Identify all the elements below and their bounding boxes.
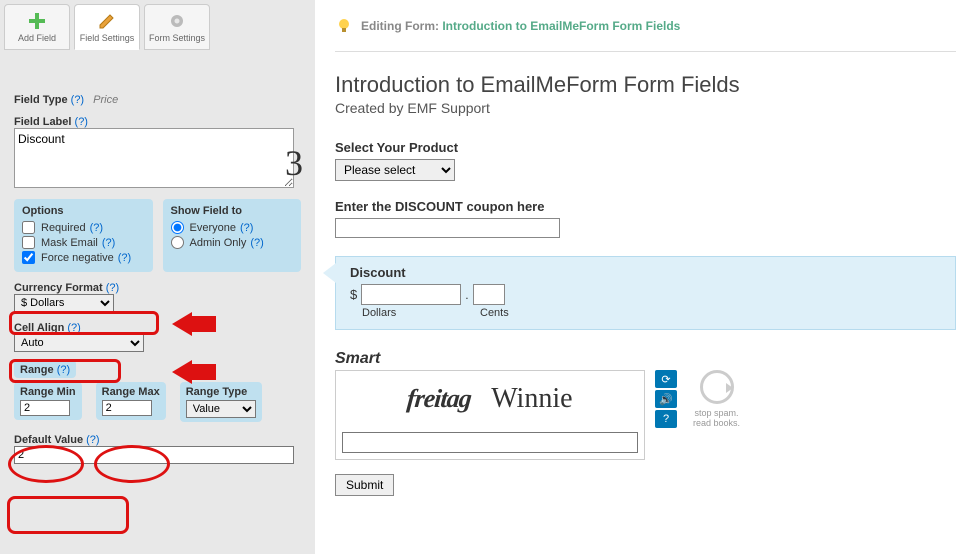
product-select[interactable]: Please select	[335, 159, 455, 181]
captcha-audio-button[interactable]: 🔊	[655, 390, 677, 408]
captcha-word: freitag	[406, 384, 472, 414]
range-max-block: Range Max	[96, 382, 166, 420]
range-max-input[interactable]	[102, 400, 152, 416]
discount-field[interactable]: Discount $ . Dollars Cents	[335, 256, 956, 330]
recaptcha-logo: stop spam. read books.	[693, 370, 740, 460]
captcha-help-button[interactable]: ?	[655, 410, 677, 428]
captcha-refresh-button[interactable]: ⟳	[655, 370, 677, 388]
help-link[interactable]: (?)	[67, 322, 80, 334]
help-link[interactable]: (?)	[106, 282, 119, 294]
help-link[interactable]: (?)	[71, 94, 84, 106]
force-negative-checkbox[interactable]	[22, 251, 35, 264]
admin-only-radio[interactable]	[171, 236, 184, 249]
form-title: Introduction to EmailMeForm Form Fields	[335, 72, 956, 98]
cell-align-select[interactable]: Auto	[14, 334, 144, 352]
default-value-input[interactable]	[14, 446, 294, 464]
help-link[interactable]: (?)	[75, 116, 88, 128]
tab-form-settings[interactable]: Form Settings	[144, 4, 210, 50]
coupon-label: Enter the DISCOUNT coupon here	[335, 199, 956, 214]
plus-icon	[27, 11, 47, 31]
cents-sublabel: Cents	[480, 307, 509, 319]
step-number: 3	[285, 142, 303, 184]
help-link[interactable]: (?)	[86, 434, 99, 446]
annotation-box	[7, 496, 129, 534]
range-min-label: Range Min	[20, 386, 76, 398]
cents-input[interactable]	[473, 284, 505, 305]
everyone-radio[interactable]	[171, 221, 184, 234]
help-link[interactable]: (?)	[118, 252, 131, 264]
discount-label: Discount	[350, 265, 941, 280]
currency-symbol: $	[350, 287, 357, 302]
mask-email-checkbox[interactable]	[22, 236, 35, 249]
recaptcha-icon	[700, 370, 734, 404]
help-link[interactable]: (?)	[250, 237, 263, 249]
captcha-word: Winnie	[491, 383, 572, 415]
help-link[interactable]: (?)	[90, 222, 103, 234]
default-value-label: Default Value (?)	[14, 434, 100, 446]
range-min-input[interactable]	[20, 400, 70, 416]
product-label: Select Your Product	[335, 140, 956, 155]
range-type-block: Range Type Value	[180, 382, 262, 422]
captcha-input[interactable]	[342, 432, 638, 453]
help-link[interactable]: (?)	[57, 364, 70, 376]
decimal-dot: .	[465, 288, 468, 302]
help-link[interactable]: (?)	[240, 222, 253, 234]
tab-label: Field Settings	[80, 33, 135, 43]
required-checkbox[interactable]	[22, 221, 35, 234]
form-preview: Introduction to EmailMeForm Form Fields …	[335, 52, 956, 516]
captcha-title: Smart	[335, 350, 956, 368]
editing-prefix: Editing Form:	[361, 19, 442, 33]
options-block: Options Required (?) Mask Email (?) Forc…	[14, 199, 153, 272]
show-field-block: Show Field to Everyone (?) Admin Only (?…	[163, 199, 302, 272]
range-min-block: Range Min	[14, 382, 82, 420]
submit-button[interactable]: Submit	[335, 474, 394, 496]
form-subtitle: Created by EMF Support	[335, 100, 956, 116]
pencil-icon	[97, 11, 117, 31]
editing-title: Introduction to EmailMeForm Form Fields	[442, 19, 680, 33]
annotation-arrow-icon	[172, 360, 216, 384]
dollars-sublabel: Dollars	[362, 307, 462, 319]
range-label: Range (?)	[20, 364, 70, 376]
field-label-label: Field Label (?)	[14, 116, 88, 128]
tab-field-settings[interactable]: Field Settings	[74, 4, 140, 50]
show-field-title: Show Field to	[171, 205, 294, 217]
range-type-label: Range Type	[186, 386, 256, 398]
currency-format-label: Currency Format (?)	[14, 282, 119, 294]
currency-format-select[interactable]: $ Dollars	[14, 294, 114, 312]
field-type-value: Price	[93, 94, 118, 106]
captcha-widget: freitag Winnie	[335, 370, 645, 460]
cell-align-label: Cell Align (?)	[14, 322, 81, 334]
tab-label: Add Field	[18, 33, 56, 43]
editor-tabs: Add Field Field Settings Form Settings	[0, 0, 315, 52]
range-max-label: Range Max	[102, 386, 160, 398]
tab-add-field[interactable]: Add Field	[4, 4, 70, 50]
editing-header: Editing Form: Introduction to EmailMeFor…	[335, 0, 956, 52]
lightbulb-icon	[335, 17, 353, 35]
field-type-label: Field Type (?) Price	[14, 94, 118, 106]
help-link[interactable]: (?)	[102, 237, 115, 249]
dollars-input[interactable]	[361, 284, 461, 305]
coupon-input[interactable]	[335, 218, 560, 238]
tab-label: Form Settings	[149, 33, 205, 43]
field-label-input[interactable]: Discount	[14, 128, 294, 188]
gear-icon	[167, 11, 187, 31]
options-title: Options	[22, 205, 145, 217]
range-type-select[interactable]: Value	[186, 400, 256, 418]
